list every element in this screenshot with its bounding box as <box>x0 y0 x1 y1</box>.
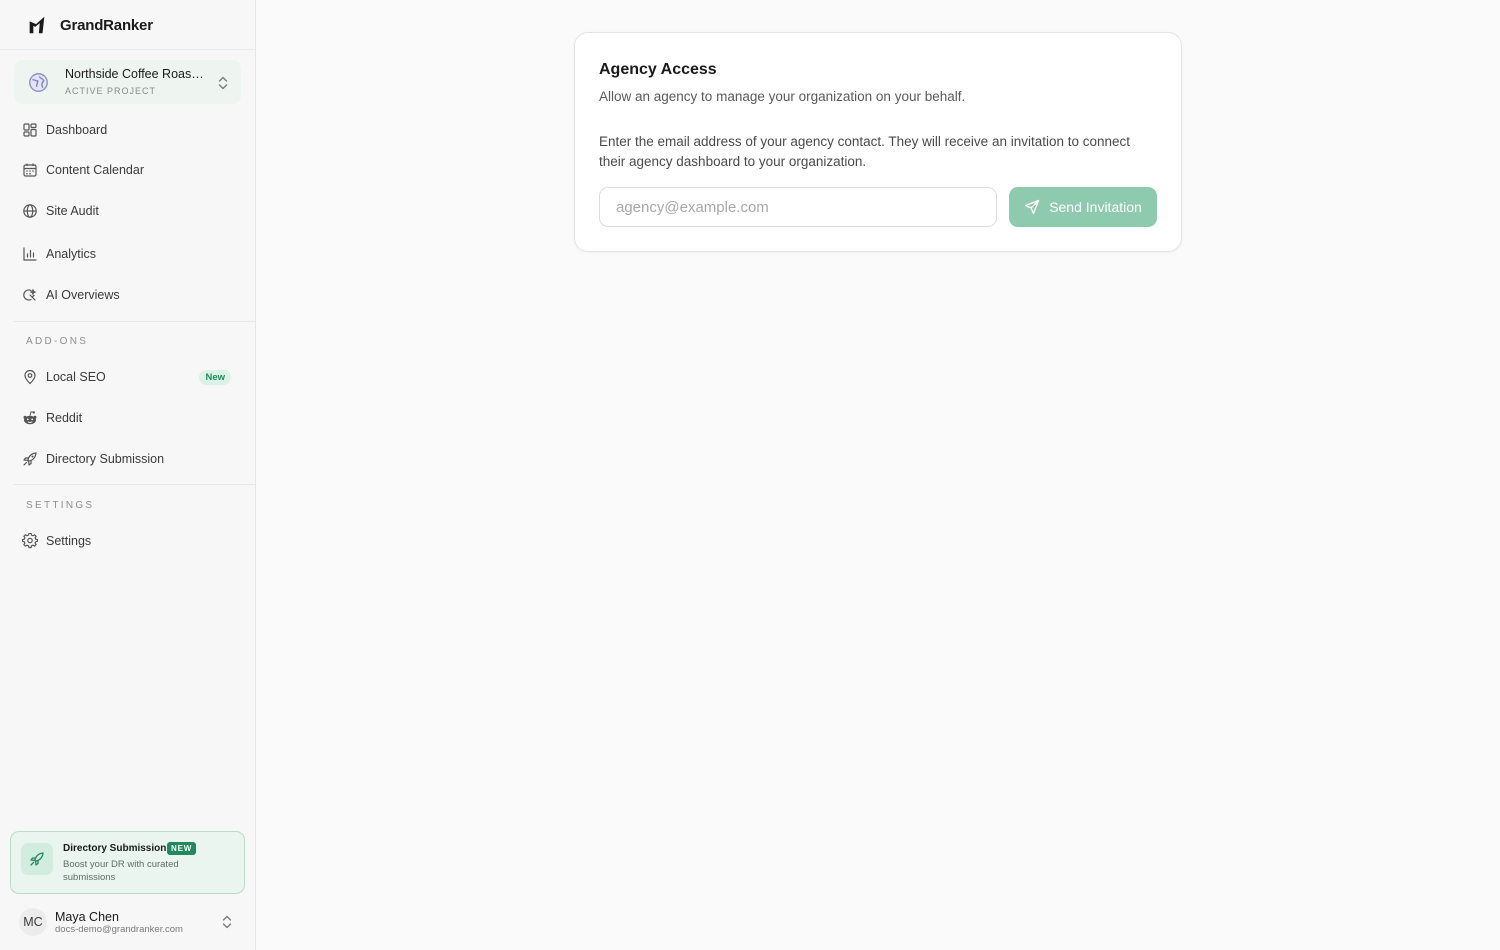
divider <box>14 321 255 322</box>
sidebar: GrandRanker Northside Coffee Roasters AC… <box>0 0 256 950</box>
rocket-icon <box>21 843 53 875</box>
section-label-addons: ADD-ONS <box>26 336 89 347</box>
sidebar-item-label: Local SEO <box>46 370 106 384</box>
divider <box>14 484 255 485</box>
avatar: MC <box>19 908 47 936</box>
dashboard-grid-icon <box>23 123 37 137</box>
sidebar-item-label: Settings <box>46 534 92 548</box>
sidebar-item-directory-submission[interactable]: Directory Submission <box>14 443 241 475</box>
card-title: Agency Access <box>599 61 717 78</box>
sidebar-item-site-audit[interactable]: Site Audit <box>14 195 241 227</box>
section-label-settings: SETTINGS <box>26 500 95 511</box>
user-name: Maya Chen <box>55 910 119 924</box>
calendar-icon <box>23 163 37 177</box>
globe-icon <box>23 204 37 218</box>
sidebar-item-label: Directory Submission <box>46 452 165 466</box>
gear-icon <box>22 533 38 549</box>
agency-access-card: Agency Access Allow an agency to manage … <box>574 32 1182 252</box>
chevrons-up-down-icon <box>222 915 232 929</box>
ai-sparkle-icon <box>23 288 37 301</box>
sidebar-item-reddit[interactable]: Reddit <box>14 402 241 434</box>
project-name: Northside Coffee Roasters <box>65 67 205 81</box>
user-email: docs-demo@grandranker.com <box>55 924 183 935</box>
project-switcher[interactable]: Northside Coffee Roasters ACTIVE PROJECT <box>14 60 241 104</box>
bar-chart-icon <box>23 247 37 261</box>
sidebar-item-local-seo[interactable]: Local SEO New <box>14 361 241 393</box>
sidebar-item-settings[interactable]: Settings <box>14 525 241 557</box>
sidebar-item-label: Analytics <box>46 247 97 261</box>
sidebar-item-content-calendar[interactable]: Content Calendar <box>14 154 241 186</box>
brand[interactable]: GrandRanker <box>26 12 153 38</box>
map-pin-icon <box>24 369 36 385</box>
sidebar-item-label: AI Overviews <box>46 288 120 302</box>
brand-name: GrandRanker <box>60 16 153 34</box>
new-badge: NEW <box>167 842 197 855</box>
directory-submission-promo[interactable]: Directory Submission NEW Boost your DR w… <box>10 831 245 894</box>
send-icon <box>1025 199 1040 215</box>
chevrons-up-down-icon <box>218 76 228 90</box>
send-invitation-button[interactable]: Send Invitation <box>1009 187 1157 227</box>
grandranker-logo-icon <box>29 16 45 34</box>
sidebar-item-analytics[interactable]: Analytics <box>14 238 241 270</box>
card-subtitle: Allow an agency to manage your organizat… <box>599 89 966 104</box>
globe-icon <box>29 73 48 92</box>
card-instructions: Enter the email address of your agency c… <box>599 134 1131 169</box>
user-menu[interactable]: MC Maya Chen docs-demo@grandranker.com <box>14 903 241 943</box>
divider <box>0 49 255 50</box>
send-invitation-label: Send Invitation <box>1049 199 1142 215</box>
sidebar-item-ai-overviews[interactable]: AI Overviews <box>14 279 241 311</box>
sidebar-item-label: Reddit <box>46 411 83 425</box>
project-status-label: ACTIVE PROJECT <box>65 86 157 96</box>
agency-email-input[interactable] <box>599 187 997 227</box>
sidebar-item-dashboard[interactable]: Dashboard <box>14 114 241 146</box>
promo-title: Directory Submission <box>63 843 167 854</box>
rocket-icon <box>23 452 37 466</box>
promo-description: Boost your DR with curated submissions <box>63 859 179 883</box>
sidebar-item-label: Content Calendar <box>46 163 144 177</box>
sidebar-item-label: Dashboard <box>46 123 108 137</box>
reddit-icon <box>23 411 37 425</box>
new-badge: New <box>199 369 231 385</box>
sidebar-item-label: Site Audit <box>46 204 99 218</box>
